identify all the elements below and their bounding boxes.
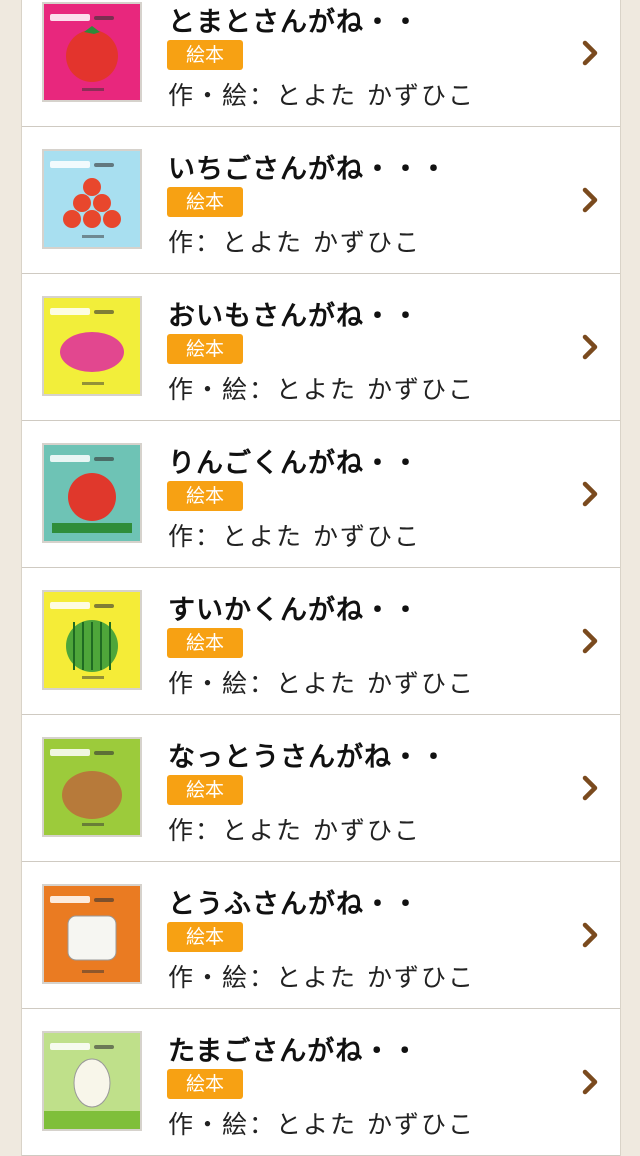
category-badge: 絵本: [167, 628, 243, 658]
sweet-potato-cover: [44, 298, 140, 394]
chevron-right-icon[interactable]: [580, 479, 600, 509]
natto-cover: [44, 739, 140, 835]
book-cover-image: [42, 2, 142, 102]
book-cover-image: [42, 1031, 142, 1131]
book-cover-image: [42, 149, 142, 249]
book-author: 作：とよた かずひこ: [168, 522, 421, 551]
book-title: おいもさんがね・・: [168, 301, 420, 332]
chevron-right-icon[interactable]: [580, 773, 600, 803]
book-author: 作・絵：とよた かずひこ: [168, 81, 475, 110]
book-title: なっとうさんがね・・: [168, 742, 448, 773]
book-title: すいかくんがね・・: [168, 595, 420, 626]
book-cover-image: [42, 737, 142, 837]
book-title: たまごさんがね・・: [168, 1036, 420, 1067]
book-author: 作：とよた かずひこ: [168, 816, 421, 845]
book-cover-image: [42, 443, 142, 543]
book-author: 作：とよた かずひこ: [168, 228, 421, 257]
book-cover-image: [42, 296, 142, 396]
book-row[interactable]: おいもさんがね・・ 絵本作・絵：とよた かずひこ: [22, 274, 620, 421]
book-row[interactable]: すいかくんがね・・ 絵本作・絵：とよた かずひこ: [22, 568, 620, 715]
book-row[interactable]: なっとうさんがね・・ 絵本作：とよた かずひこ: [22, 715, 620, 862]
book-row[interactable]: たまごさんがね・・ 絵本 作・絵：とよた かずひこ: [22, 1009, 620, 1156]
book-cover-image: [42, 590, 142, 690]
chevron-right-icon[interactable]: [580, 920, 600, 950]
book-author: 作・絵：とよた かずひこ: [168, 963, 475, 992]
book-list: とまとさんがね・・ 絵本 作・絵：とよた かずひこ いちごさんがね・・・ 絵本 作：とよた…: [21, 0, 621, 1156]
book-row[interactable]: いちごさんがね・・・ 絵本作：とよた かずひこ: [22, 127, 620, 274]
book-cover-image: [42, 884, 142, 984]
category-badge: 絵本: [167, 187, 243, 217]
book-author: 作・絵：とよた かずひこ: [168, 669, 475, 698]
book-row[interactable]: とまとさんがね・・ 絵本作・絵：とよた かずひこ: [22, 0, 620, 127]
category-badge: 絵本: [167, 922, 243, 952]
book-row[interactable]: りんごくんがね・・ 絵本作：とよた かずひこ: [22, 421, 620, 568]
category-badge: 絵本: [167, 1069, 243, 1099]
category-badge: 絵本: [167, 334, 243, 364]
book-title: りんごくんがね・・: [168, 448, 420, 479]
tomato-cover: [44, 4, 140, 100]
chevron-right-icon[interactable]: [580, 185, 600, 215]
category-badge: 絵本: [167, 775, 243, 805]
watermelon-cover: [44, 592, 140, 688]
chevron-right-icon[interactable]: [580, 332, 600, 362]
book-row[interactable]: とうふさんがね・・ 絵本作・絵：とよた かずひこ: [22, 862, 620, 1009]
chevron-right-icon[interactable]: [580, 38, 600, 68]
egg-cover: [44, 1033, 140, 1129]
tofu-cover: [44, 886, 140, 982]
book-title: とまとさんがね・・: [168, 7, 420, 38]
chevron-right-icon[interactable]: [580, 626, 600, 656]
apple-cover: [44, 445, 140, 541]
category-badge: 絵本: [167, 40, 243, 70]
book-title: とうふさんがね・・: [168, 889, 420, 920]
chevron-right-icon[interactable]: [580, 1067, 600, 1097]
category-badge: 絵本: [167, 481, 243, 511]
book-title: いちごさんがね・・・: [168, 154, 448, 185]
strawberry-cover: [44, 151, 140, 247]
book-author: 作・絵：とよた かずひこ: [168, 375, 475, 404]
